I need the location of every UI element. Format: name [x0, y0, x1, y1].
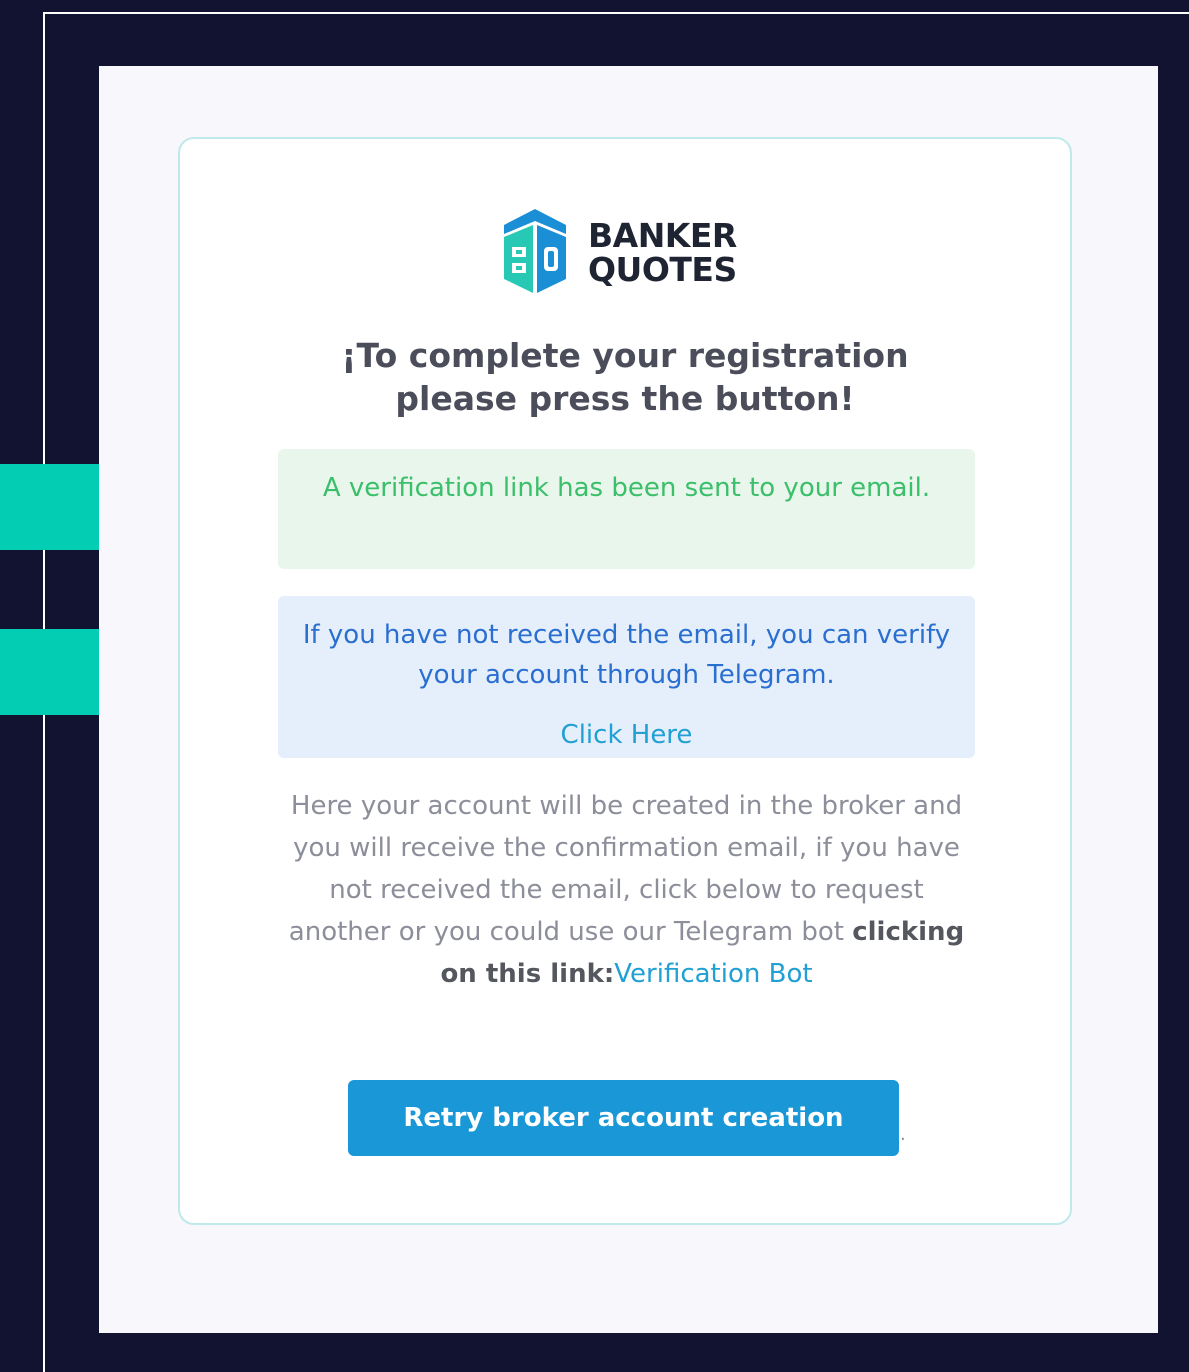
telegram-info-alert: If you have not received the email, you … — [278, 596, 975, 758]
verification-bot-link[interactable]: Verification Bot — [614, 959, 812, 989]
click-here-link[interactable]: Click Here — [278, 715, 975, 755]
success-alert-text: A verification link has been sent to you… — [322, 473, 931, 503]
brand-logo: BANKER QUOTES — [502, 209, 737, 297]
title-line1: ¡To complete your registration — [341, 336, 909, 375]
page-content: BANKER QUOTES ¡To complete your registra… — [99, 66, 1158, 1333]
success-alert: A verification link has been sent to you… — [278, 449, 975, 569]
title-line2: please press the button! — [395, 379, 855, 418]
trailing-period: . — [900, 1124, 906, 1145]
instructions-text: Here your account will be created in the… — [275, 785, 978, 995]
brand-wordmark: BANKER QUOTES — [588, 219, 737, 287]
registration-card: BANKER QUOTES ¡To complete your registra… — [178, 137, 1072, 1225]
banker-quotes-logo-icon — [502, 209, 568, 297]
page-title: ¡To complete your registration please pr… — [180, 334, 1070, 420]
retry-broker-account-button[interactable]: Retry broker account creation — [348, 1080, 899, 1156]
info-alert-text: If you have not received the email, you … — [302, 620, 951, 690]
brand-line1: BANKER — [588, 216, 737, 255]
brand-line2: QUOTES — [588, 250, 737, 289]
